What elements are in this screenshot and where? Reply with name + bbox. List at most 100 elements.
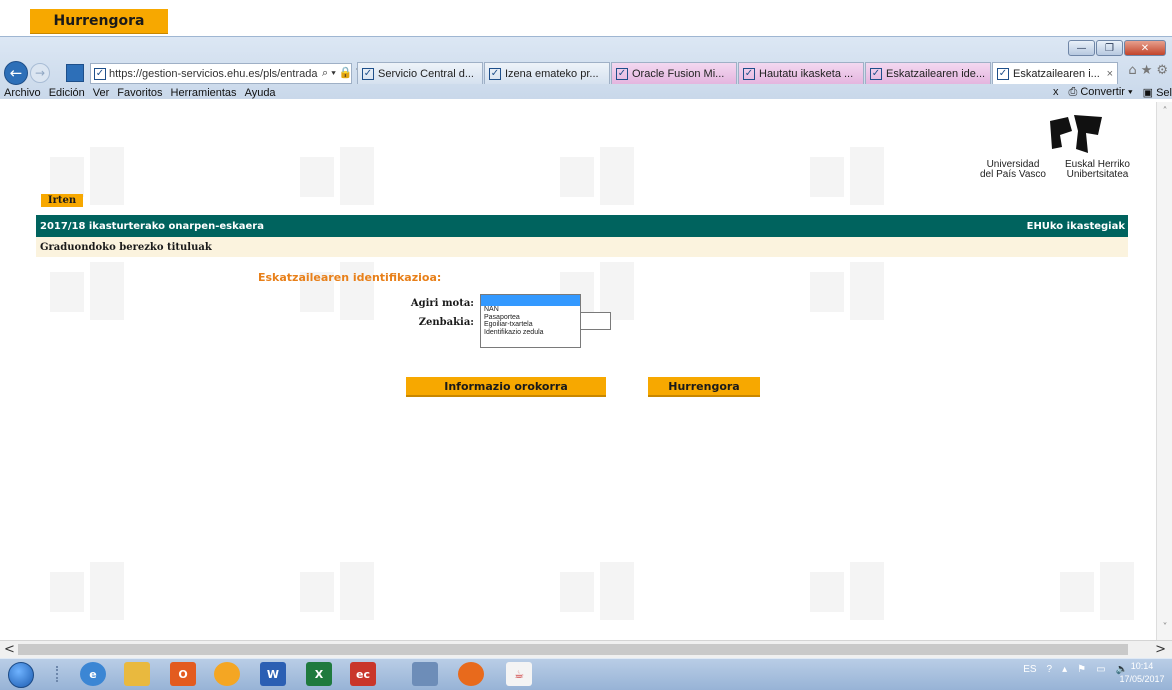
watermark-shape xyxy=(810,562,886,620)
watermark-shape xyxy=(560,147,636,205)
ehu-centers-link[interactable]: EHUko ikastegiak xyxy=(1027,221,1125,232)
clock[interactable]: 10:14 17/05/2017 xyxy=(1114,660,1170,686)
clock-date: 17/05/2017 xyxy=(1119,674,1165,684)
exit-button[interactable]: Irten xyxy=(41,194,83,207)
tab-strip: ✓ Servicio Central d... ✓ Izena emateko pr… xyxy=(357,62,1119,84)
meeting-icon[interactable] xyxy=(214,662,240,686)
check-icon: ✓ xyxy=(870,67,882,80)
scroll-left-icon[interactable]: < xyxy=(4,642,15,657)
menu-favoritos[interactable]: Favoritos xyxy=(117,87,162,99)
select-label: Sel xyxy=(1156,87,1172,99)
menu-herramientas[interactable]: Herramientas xyxy=(171,87,237,99)
site-check-icon: ✓ xyxy=(94,67,106,80)
dropdown-option[interactable]: Egoiliar-txartela xyxy=(481,321,580,329)
check-icon: ✓ xyxy=(362,67,374,80)
watermark-shape xyxy=(50,262,126,320)
watermark-shape xyxy=(300,562,376,620)
horizontal-scrollbar[interactable]: < > xyxy=(0,640,1172,658)
clock-time: 10:14 xyxy=(1130,661,1154,671)
scroll-up-icon[interactable]: ˄ xyxy=(1157,106,1172,117)
tab-1[interactable]: ✓ Servicio Central d... xyxy=(357,62,483,84)
network-icon[interactable]: ▭ xyxy=(1096,664,1105,675)
university-name-eu: Euskal Herriko Unibertsitatea xyxy=(1065,160,1130,180)
minimize-button[interactable]: — xyxy=(1068,40,1095,56)
flag-icon[interactable]: ⚑ xyxy=(1077,664,1086,675)
back-arrow-icon[interactable]: ← xyxy=(4,61,28,85)
page-title: 2017/18 ikasturterako onarpen-eskaera xyxy=(40,220,264,232)
dropdown-highlight[interactable] xyxy=(481,295,580,306)
next-button[interactable]: Hurrengora xyxy=(648,377,760,397)
tray-up-icon[interactable]: ▴ xyxy=(1062,664,1067,675)
screen: Hurrengora — ❐ ✕ ← → ✓ https://gestion-s… xyxy=(0,0,1172,690)
toolbar-icons: ⌂ ★ ⚙ xyxy=(1128,63,1168,78)
doc-type-label: Agiri mota: xyxy=(410,298,474,309)
home-icon[interactable]: ⌂ xyxy=(1128,63,1136,78)
tab-label: Izena emateko pr... xyxy=(505,67,599,80)
scroll-right-icon[interactable]: > xyxy=(1155,642,1166,657)
ehu-logo-icon xyxy=(1050,115,1102,153)
forward-arrow-icon[interactable]: → xyxy=(30,63,50,83)
java-icon[interactable]: ☕ xyxy=(506,662,532,686)
close-tab-icon[interactable]: × xyxy=(1107,68,1113,80)
word-icon[interactable]: W xyxy=(260,662,286,686)
number-input[interactable] xyxy=(581,312,611,330)
watermark-shape xyxy=(810,262,886,320)
calculator-icon[interactable] xyxy=(412,662,438,686)
tab-label: Eskatzailearen ide... xyxy=(886,67,986,80)
convert-button[interactable]: ⎙ Convertir ▾ xyxy=(1068,86,1132,99)
watermark-shape xyxy=(560,562,636,620)
favorites-star-icon[interactable]: ★ xyxy=(1141,63,1153,78)
number-label: Zenbakia: xyxy=(418,317,474,328)
watermark-shape xyxy=(50,562,126,620)
tab-6-active[interactable]: ✓ Eskatzailearen i... × xyxy=(992,62,1118,84)
menu-ayuda[interactable]: Ayuda xyxy=(245,87,276,99)
menu-archivo[interactable]: Archivo xyxy=(4,87,41,99)
menu-ver[interactable]: Ver xyxy=(93,87,110,99)
tab-label: Hautatu ikasketa ... xyxy=(759,67,854,80)
ie-icon[interactable]: e xyxy=(80,662,106,686)
tab-3[interactable]: ✓ Oracle Fusion Mi... xyxy=(611,62,737,84)
app-icon[interactable]: ec xyxy=(350,662,376,686)
start-button[interactable] xyxy=(8,662,34,688)
excel-icon[interactable]: X xyxy=(306,662,332,686)
doc-type-dropdown[interactable]: NAN Pasaportea Egoiliar-txartela Identif… xyxy=(480,294,581,348)
address-bar[interactable]: ✓ https://gestion-servicios.ehu.es/pls/e… xyxy=(90,63,352,84)
firefox-icon[interactable] xyxy=(458,662,484,686)
next-overlay-button[interactable]: Hurrengora xyxy=(30,9,168,34)
menu-bar: Archivo Edición Ver Favoritos Herramient… xyxy=(0,86,1172,100)
tab-label: Eskatzailearen i... xyxy=(1013,67,1100,80)
logo-text-line: del País Vasco xyxy=(980,169,1046,180)
scroll-thumb[interactable] xyxy=(18,644,1128,655)
select-button[interactable]: ▣ Sel xyxy=(1143,86,1172,99)
scroll-down-icon[interactable]: ˅ xyxy=(1157,622,1172,633)
vertical-scrollbar[interactable]: ˄ ˅ xyxy=(1156,102,1172,640)
address-url: https://gestion-servicios.ehu.es/pls/ent… xyxy=(109,67,318,80)
tab-4[interactable]: ✓ Hautatu ikasketa ... xyxy=(738,62,864,84)
folder-icon[interactable] xyxy=(124,662,150,686)
check-icon: ✓ xyxy=(489,67,501,80)
watermark-shape xyxy=(810,147,886,205)
watermark-shape xyxy=(1060,562,1136,620)
menu-right: x ⎙ Convertir ▾ ▣ Sel xyxy=(1053,86,1172,99)
tab-5[interactable]: ✓ Eskatzailearen ide... xyxy=(865,62,991,84)
help-icon[interactable]: ? xyxy=(1047,664,1053,675)
dropdown-option[interactable]: Pasaportea xyxy=(481,314,580,322)
maximize-button[interactable]: ❐ xyxy=(1096,40,1123,56)
system-tray: ES ? ▴ ⚑ ▭ 🔈 xyxy=(1023,664,1128,675)
tab-2[interactable]: ✓ Izena emateko pr... xyxy=(484,62,610,84)
close-toolbar-icon[interactable]: x xyxy=(1053,86,1059,99)
menu-edicion[interactable]: Edición xyxy=(49,87,85,99)
check-icon: ✓ xyxy=(997,67,1009,80)
language-indicator[interactable]: ES xyxy=(1023,664,1036,675)
page-content xyxy=(0,102,1156,640)
site-grid-icon xyxy=(66,64,84,82)
convert-label: Convertir xyxy=(1080,86,1125,98)
gear-icon[interactable]: ⚙ xyxy=(1156,63,1168,78)
dropdown-option[interactable]: Identifikazio zedula xyxy=(481,329,580,337)
close-window-button[interactable]: ✕ xyxy=(1124,40,1166,56)
general-info-button[interactable]: Informazio orokorra xyxy=(406,377,606,397)
page-header-bar: 2017/18 ikasturterako onarpen-eskaera EH… xyxy=(36,215,1128,237)
outlook-icon[interactable]: O xyxy=(170,662,196,686)
dropdown-option[interactable]: NAN xyxy=(481,306,580,314)
section-title: Eskatzailearen identifikazioa: xyxy=(258,271,442,284)
